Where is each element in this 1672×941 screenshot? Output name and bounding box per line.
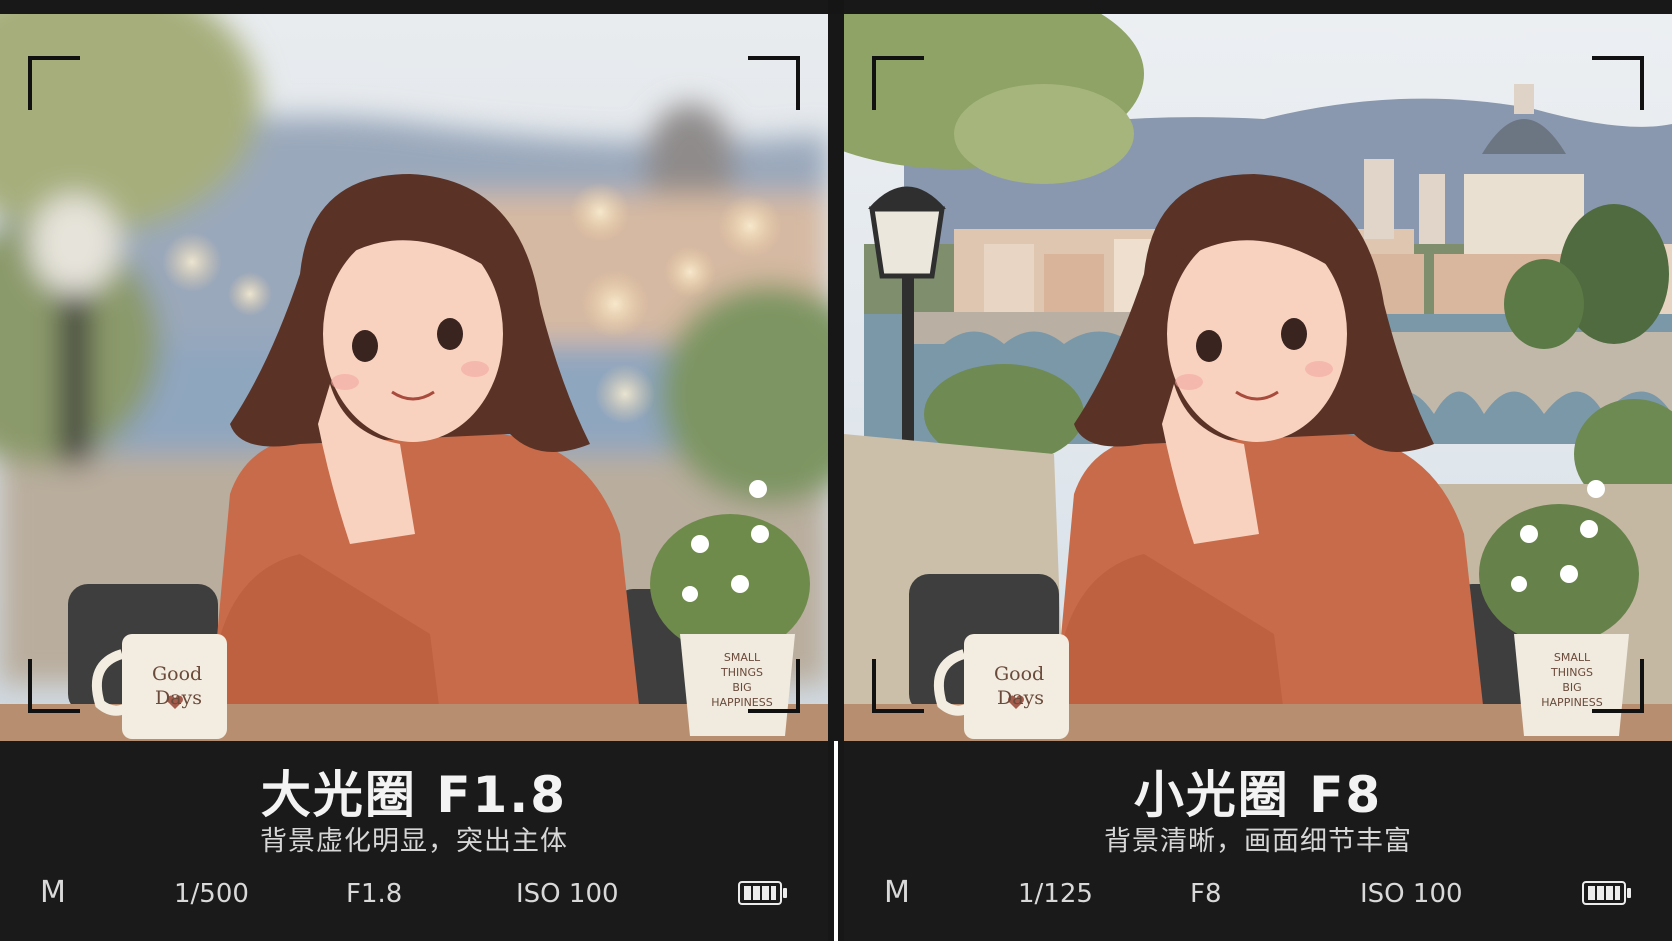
focus-bracket-top-right [1592,56,1644,110]
photo-scene-sharp: Good Days SMALL THINGS BIG HAPPINESS [844,14,1672,741]
aperture-title: 大光圈 F1.8 [260,766,568,824]
battery-full-icon [1582,881,1631,905]
exif-bar: M 1/500 F1.8 ISO 100 [0,873,828,917]
mug-text-line-2: Days [997,687,1044,709]
aperture-value: F8 [1190,879,1222,909]
iso-value: ISO 100 [516,879,619,909]
comparison-image: Good Days SMALL THINGS BIG HAPPINESS 大光圈… [0,0,1672,941]
mug-text-line-1: Good [994,663,1044,685]
viewfinder-sharp: Good Days SMALL THINGS BIG HAPPINESS [844,14,1672,741]
exif-bar: M 1/125 F8 ISO 100 [844,873,1672,917]
panel-small-aperture: Good Days SMALL THINGS BIG HAPPINESS 小光圈… [844,0,1672,941]
focus-bracket-top-left [872,56,924,110]
shooting-mode: M [884,875,910,910]
pot-text-line-2: THINGS [1550,666,1593,679]
focus-bracket-bottom-left [872,659,924,713]
mug-text-line-2: Days [155,687,202,709]
center-divider [834,741,838,941]
iso-value: ISO 100 [1360,879,1463,909]
shutter-speed: 1/500 [174,879,249,909]
shooting-mode: M [40,875,66,910]
focus-bracket-bottom-right [748,659,800,713]
caption-large-aperture: 大光圈 F1.8 背景虚化明显，突出主体 M 1/500 F1.8 ISO 10… [0,741,828,941]
panel-large-aperture: Good Days SMALL THINGS BIG HAPPINESS 大光圈… [0,0,828,941]
aperture-description: 背景虚化明显，突出主体 [260,826,568,857]
focus-bracket-bottom-left [28,659,80,713]
battery-full-icon [738,881,787,905]
pot-text-line-3: BIG [1562,681,1581,694]
aperture-description: 背景清晰，画面细节丰富 [1104,826,1412,857]
shutter-speed: 1/125 [1018,879,1093,909]
focus-bracket-top-right [748,56,800,110]
aperture-value: F1.8 [346,879,403,909]
photo-scene-blurred: Good Days SMALL THINGS BIG HAPPINESS [0,14,828,741]
pot-text-line-1: SMALL [1554,651,1591,664]
aperture-title: 小光圈 F8 [1133,766,1383,824]
caption-small-aperture: 小光圈 F8 背景清晰，画面细节丰富 M 1/125 F8 ISO 100 [844,741,1672,941]
focus-bracket-bottom-right [1592,659,1644,713]
mug-text-line-1: Good [152,663,202,685]
viewfinder-blurred: Good Days SMALL THINGS BIG HAPPINESS [0,14,828,741]
focus-bracket-top-left [28,56,80,110]
